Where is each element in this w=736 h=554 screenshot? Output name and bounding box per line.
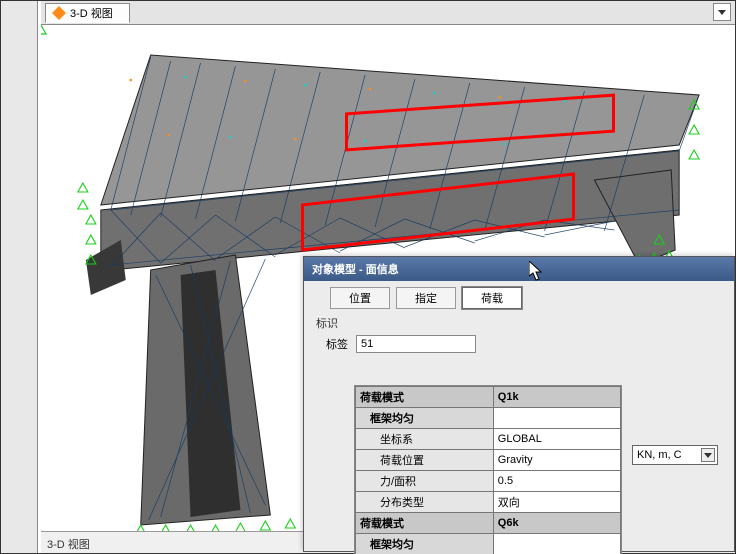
grid-key: 荷载模式 (356, 387, 494, 408)
grid-key: 框架均匀 (356, 408, 494, 429)
dialog-tabs: 位置 指定 荷载 (330, 287, 728, 309)
viewport-tab[interactable]: 3-D 视图 (45, 3, 130, 23)
table-row[interactable]: 荷载位置Gravity (356, 450, 621, 471)
label-field-row: 标签 (326, 335, 728, 353)
load-grid-table: 荷载模式Q1k框架均匀坐标系GLOBAL荷载位置Gravity力/面积0.5分布… (355, 386, 621, 554)
viewport-tabbar: 3-D 视图 (41, 1, 735, 25)
grid-value[interactable]: 0.5 (493, 471, 620, 492)
grid-key: 框架均匀 (356, 534, 494, 554)
viewport-tab-label: 3-D 视图 (70, 5, 113, 21)
table-row[interactable]: 荷载模式Q1k (356, 387, 621, 408)
left-gutter (1, 1, 41, 553)
dialog-title-text: 对象模型 - 面信息 (312, 261, 399, 277)
object-model-dialog[interactable]: 对象模型 - 面信息 位置 指定 荷载 标识 标签 荷载模式Q1k框架均匀坐标系… (303, 256, 735, 552)
status-text: 3-D 视图 (47, 539, 90, 551)
grid-value[interactable]: 双向 (493, 492, 620, 513)
ident-section-label: 标识 (316, 315, 728, 331)
viewport-tab-icon (52, 6, 66, 20)
dialog-title[interactable]: 对象模型 - 面信息 (304, 257, 734, 281)
grid-key: 坐标系 (356, 429, 494, 450)
table-row[interactable]: 分布类型双向 (356, 492, 621, 513)
load-grid[interactable]: 荷载模式Q1k框架均匀坐标系GLOBAL荷载位置Gravity力/面积0.5分布… (354, 385, 622, 554)
grid-key: 荷载模式 (356, 513, 494, 534)
tab-position[interactable]: 位置 (330, 287, 390, 309)
table-row[interactable]: 框架均匀 (356, 534, 621, 554)
grid-key: 荷载位置 (356, 450, 494, 471)
app-window: 3-D 视图 (0, 0, 736, 554)
grid-value[interactable] (493, 408, 620, 429)
chevron-down-icon (701, 448, 715, 462)
table-row[interactable]: 框架均匀 (356, 408, 621, 429)
table-row[interactable]: 荷载模式Q6k (356, 513, 621, 534)
grid-value[interactable]: Gravity (493, 450, 620, 471)
label-field-caption: 标签 (326, 336, 348, 352)
table-row[interactable]: 坐标系GLOBAL (356, 429, 621, 450)
tab-dropdown-button[interactable] (713, 3, 731, 21)
grid-value[interactable] (493, 534, 620, 554)
tab-load[interactable]: 荷载 (462, 287, 522, 309)
grid-value[interactable]: Q6k (493, 513, 620, 534)
dialog-body: 位置 指定 荷载 标识 标签 荷载模式Q1k框架均匀坐标系GLOBAL荷载位置G… (310, 285, 728, 551)
unit-select-value: KN, m, C (637, 449, 682, 461)
grid-value[interactable]: Q1k (493, 387, 620, 408)
unit-select[interactable]: KN, m, C (632, 445, 718, 465)
label-input[interactable] (356, 335, 476, 353)
grid-value[interactable]: GLOBAL (493, 429, 620, 450)
grid-key: 分布类型 (356, 492, 494, 513)
grid-key: 力/面积 (356, 471, 494, 492)
table-row[interactable]: 力/面积0.5 (356, 471, 621, 492)
tab-assign[interactable]: 指定 (396, 287, 456, 309)
